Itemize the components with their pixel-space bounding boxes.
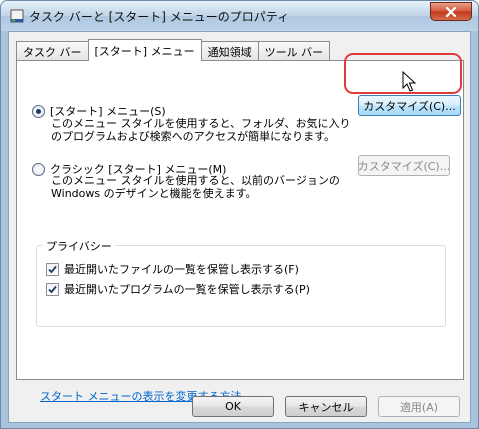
- start-menu-radio[interactable]: [32, 104, 45, 118]
- window-title: タスク バーと [スタート] メニューのプロパティ: [29, 10, 290, 24]
- recent-programs-option[interactable]: 最近開いたプログラムの一覧を保管し表示する(P): [46, 281, 310, 297]
- checkmark-icon: [48, 285, 57, 293]
- close-icon: [445, 6, 457, 17]
- apply-button[interactable]: 適用(A): [378, 396, 460, 417]
- start-menu-customize-button[interactable]: カスタマイズ(C)...: [358, 95, 461, 116]
- tab-start-menu[interactable]: [スタート] メニュー: [87, 39, 202, 61]
- mouse-pointer-icon: [402, 71, 416, 92]
- recent-programs-checkbox[interactable]: [46, 282, 59, 296]
- title-bar[interactable]: タスク バーと [スタート] メニューのプロパティ: [1, 1, 478, 31]
- tab-strip: タスク バー [スタート] メニュー 通知領域 ツール バー: [16, 39, 331, 61]
- classic-menu-radio[interactable]: [32, 162, 45, 176]
- classic-menu-customize-button[interactable]: カスタマイズ(C)...: [358, 155, 450, 176]
- checkmark-icon: [48, 265, 57, 273]
- privacy-group-title: プライバシー: [43, 238, 115, 254]
- recent-files-label: 最近開いたファイルの一覧を保管し表示する(F): [64, 263, 299, 276]
- start-menu-description-line1: このメニュー スタイルを使用すると、フォルダ、お気に入り: [51, 117, 351, 130]
- tab-notification-area[interactable]: 通知領域: [200, 41, 259, 60]
- start-menu-panel: [スタート] メニュー(S) このメニュー スタイルを使用すると、フォルダ、お気…: [16, 60, 464, 403]
- tab-taskbar[interactable]: タスク バー: [16, 41, 89, 60]
- recent-programs-label: 最近開いたプログラムの一覧を保管し表示する(P): [64, 283, 310, 296]
- classic-menu-description-line2: Windows のデザインと機能を使えます。: [51, 187, 257, 200]
- classic-menu-description: このメニュー スタイルを使用すると、以前のバージョンの Windows のデザイ…: [51, 174, 340, 200]
- recent-files-checkbox[interactable]: [46, 262, 59, 276]
- start-menu-description-line2: のプログラムおよび検索へのアクセスが簡単になります。: [51, 130, 336, 143]
- classic-menu-description-line1: このメニュー スタイルを使用すると、以前のバージョンの: [51, 174, 340, 187]
- properties-window: タスク バーと [スタート] メニューのプロパティ タスク バー [スタート] …: [0, 0, 479, 429]
- privacy-group: プライバシー 最近開いたファイルの一覧を保管し表示する(F) 最近開いたプログラ…: [36, 238, 446, 327]
- close-button[interactable]: [430, 2, 472, 21]
- ok-button[interactable]: OK: [192, 396, 274, 417]
- recent-files-option[interactable]: 最近開いたファイルの一覧を保管し表示する(F): [46, 261, 299, 277]
- taskbar-properties-icon: [10, 9, 24, 23]
- tab-toolbars[interactable]: ツール バー: [257, 41, 331, 60]
- cancel-button[interactable]: キャンセル: [285, 396, 367, 417]
- start-menu-description: このメニュー スタイルを使用すると、フォルダ、お気に入り のプログラムおよび検索…: [51, 117, 351, 143]
